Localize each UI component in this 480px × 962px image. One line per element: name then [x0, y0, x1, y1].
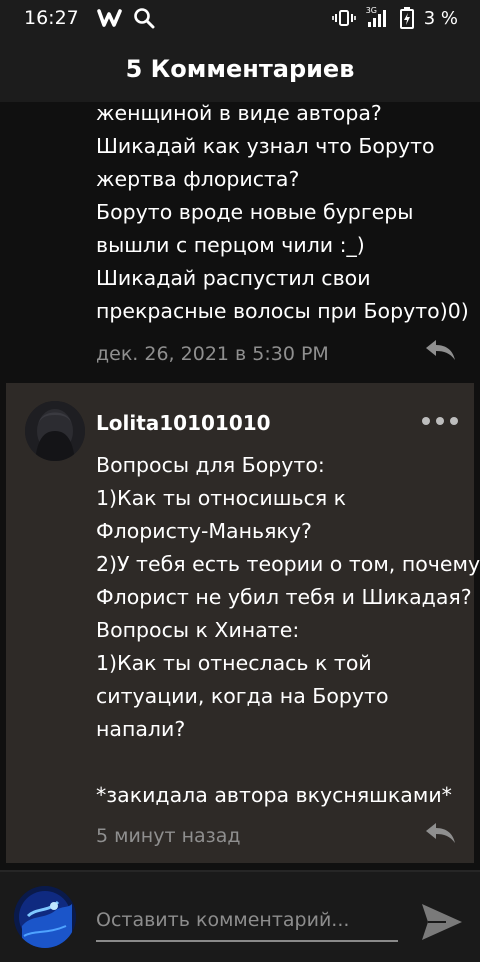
comment-body: Вопросы для Боруто: 1)Как ты относишься …	[96, 453, 480, 807]
dot	[436, 417, 444, 425]
page-title: 5 Комментариев	[125, 55, 355, 83]
comment-composer	[0, 870, 480, 962]
comment-body: женщиной в виде автора? Шикадай как узна…	[96, 102, 469, 323]
comment-timestamp: дек. 26, 2021 в 5:30 PM	[96, 343, 329, 365]
network-type: 3G	[365, 6, 378, 15]
comments-list[interactable]: женщиной в виде автора? Шикадай как узна…	[0, 102, 480, 870]
vibrate-icon	[331, 9, 356, 27]
comment-author[interactable]: Lolita10101010	[96, 411, 271, 435]
w-app-icon	[96, 8, 123, 28]
search-icon	[133, 7, 155, 29]
more-icon[interactable]	[422, 417, 458, 425]
comment-timestamp: 5 минут назад	[96, 825, 241, 847]
battery-percent: 3 %	[423, 7, 458, 29]
dot	[422, 417, 430, 425]
status-time: 16:27	[24, 7, 79, 29]
status-bar: 16:27 3G 3 %	[0, 0, 480, 36]
reply-icon[interactable]	[424, 338, 458, 362]
send-icon[interactable]	[420, 902, 464, 942]
dot	[450, 417, 458, 425]
signal-icon: 3G	[365, 6, 390, 28]
battery-icon	[399, 7, 414, 29]
reply-icon[interactable]	[424, 821, 458, 845]
avatar[interactable]	[25, 401, 85, 461]
comment-input[interactable]	[96, 900, 398, 942]
avatar[interactable]	[14, 886, 76, 948]
comments-header: 5 Комментариев	[0, 36, 480, 102]
highlighted-comment: Lolita10101010 Вопросы для Боруто: 1)Как…	[6, 383, 480, 863]
